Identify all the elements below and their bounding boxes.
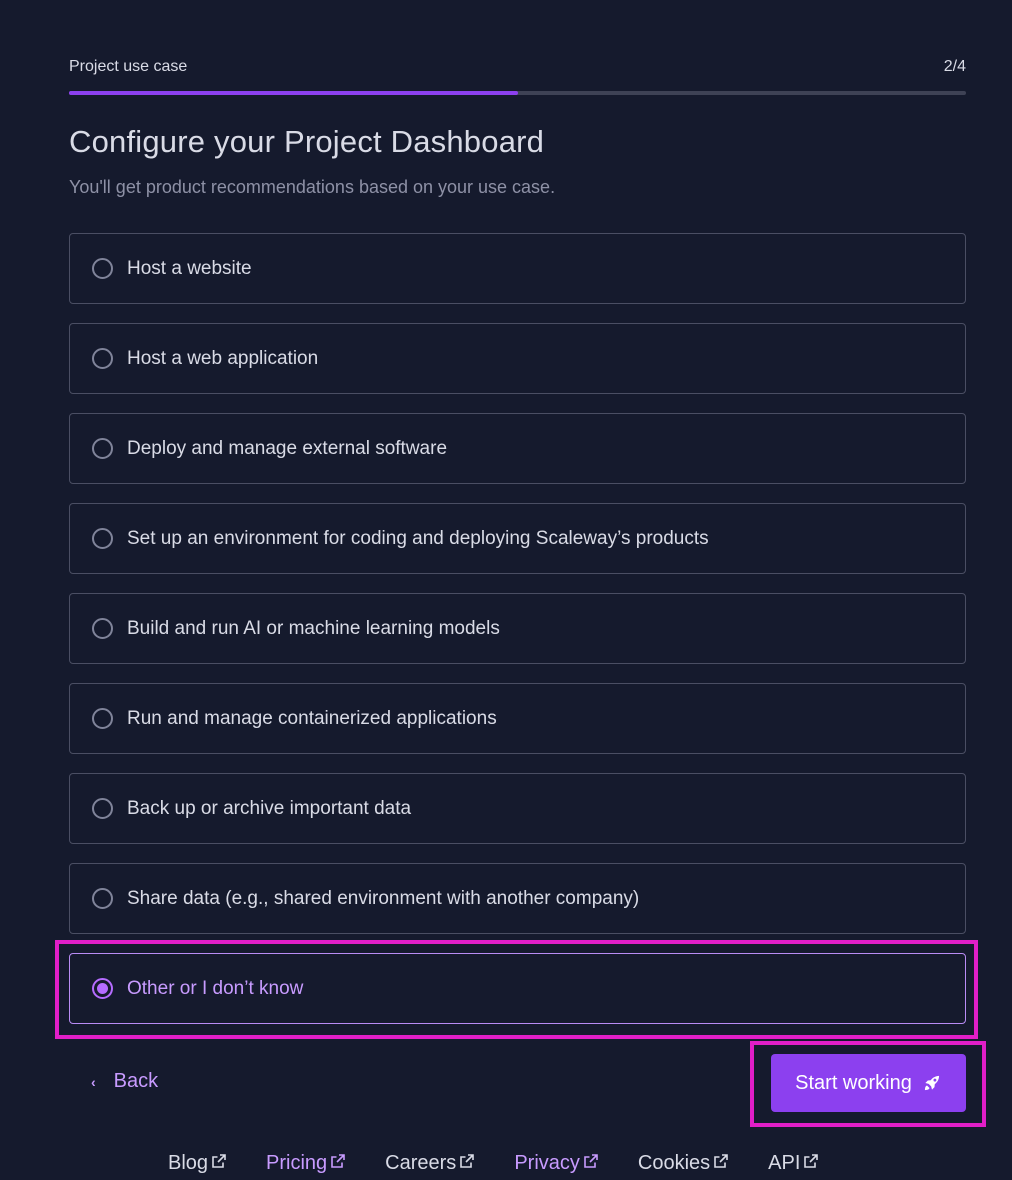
radio-button[interactable] <box>92 798 113 819</box>
external-link-icon <box>714 1154 728 1168</box>
radio-button[interactable] <box>92 348 113 369</box>
footer-link-cookies[interactable]: Cookies <box>638 1152 728 1175</box>
option-share-data[interactable]: Share data (e.g., shared environment wit… <box>69 863 966 934</box>
page-subtitle: You'll get product recommendations based… <box>69 177 556 197</box>
page-title: Configure your Project Dashboard <box>69 124 545 159</box>
option-deploy-external-software[interactable]: Deploy and manage external software <box>69 413 966 484</box>
footer-link-careers[interactable]: Careers <box>385 1152 475 1175</box>
footer-link-label: Cookies <box>637 1152 711 1174</box>
option-backup-archive[interactable]: Back up or archive important data <box>69 773 966 844</box>
footer-link-label: Careers <box>385 1152 457 1174</box>
option-label: Deploy and manage external software <box>127 437 448 459</box>
external-link-icon <box>460 1154 475 1168</box>
radio-button[interactable] <box>92 708 113 729</box>
chevron-left-icon: ‹ <box>91 1073 96 1090</box>
footer-links: Blog Pricing Careers Privacy Cookies API <box>168 1152 858 1175</box>
step-count: 2/4 <box>943 58 966 75</box>
option-other[interactable]: Other or I don’t know <box>69 953 966 1024</box>
radio-button[interactable] <box>92 888 113 909</box>
footer-link-label: Privacy <box>514 1152 580 1174</box>
option-label: Run and manage containerized application… <box>127 707 497 729</box>
radio-button-checked[interactable] <box>92 978 113 999</box>
start-working-label: Start working <box>795 1071 912 1094</box>
start-working-button[interactable]: Start working <box>771 1054 966 1112</box>
step-label: Project use case <box>69 58 188 75</box>
progress-bar-fill <box>69 91 518 95</box>
option-label: Host a web application <box>127 347 319 369</box>
option-host-web-app[interactable]: Host a web application <box>69 323 966 394</box>
radio-button[interactable] <box>92 258 113 279</box>
footer-link-blog[interactable]: Blog <box>168 1152 226 1175</box>
radio-button[interactable] <box>92 438 113 459</box>
option-label: Build and run AI or machine learning mod… <box>127 617 500 639</box>
option-coding-environment[interactable]: Set up an environment for coding and dep… <box>69 503 966 574</box>
footer-link-label: Blog <box>168 1152 209 1174</box>
option-label: Host a website <box>127 257 252 279</box>
footer-link-api[interactable]: API <box>768 1152 819 1175</box>
option-containerized-apps[interactable]: Run and manage containerized application… <box>69 683 966 754</box>
radio-button[interactable] <box>92 528 113 549</box>
option-label: Set up an environment for coding and dep… <box>127 527 709 549</box>
progress-bar <box>69 91 966 95</box>
option-label: Other or I don’t know <box>127 977 304 999</box>
external-link-icon <box>584 1154 598 1168</box>
back-label: Back <box>113 1070 159 1092</box>
external-link-icon <box>212 1154 226 1168</box>
use-case-options: Host a website Host a web application De… <box>69 233 966 1043</box>
footer-link-label: API <box>768 1152 801 1174</box>
footer-link-pricing[interactable]: Pricing <box>266 1152 345 1175</box>
footer-link-privacy[interactable]: Privacy <box>514 1152 598 1175</box>
option-host-website[interactable]: Host a website <box>69 233 966 304</box>
external-link-icon <box>804 1154 819 1168</box>
back-button[interactable]: ‹ Back <box>91 1070 158 1093</box>
footer-link-label: Pricing <box>266 1152 328 1174</box>
option-label: Back up or archive important data <box>127 797 412 819</box>
rocket-icon <box>924 1075 939 1091</box>
option-label: Share data (e.g., shared environment wit… <box>127 887 640 909</box>
option-ai-ml-models[interactable]: Build and run AI or machine learning mod… <box>69 593 966 664</box>
radio-button[interactable] <box>92 618 113 639</box>
external-link-icon <box>331 1154 345 1168</box>
